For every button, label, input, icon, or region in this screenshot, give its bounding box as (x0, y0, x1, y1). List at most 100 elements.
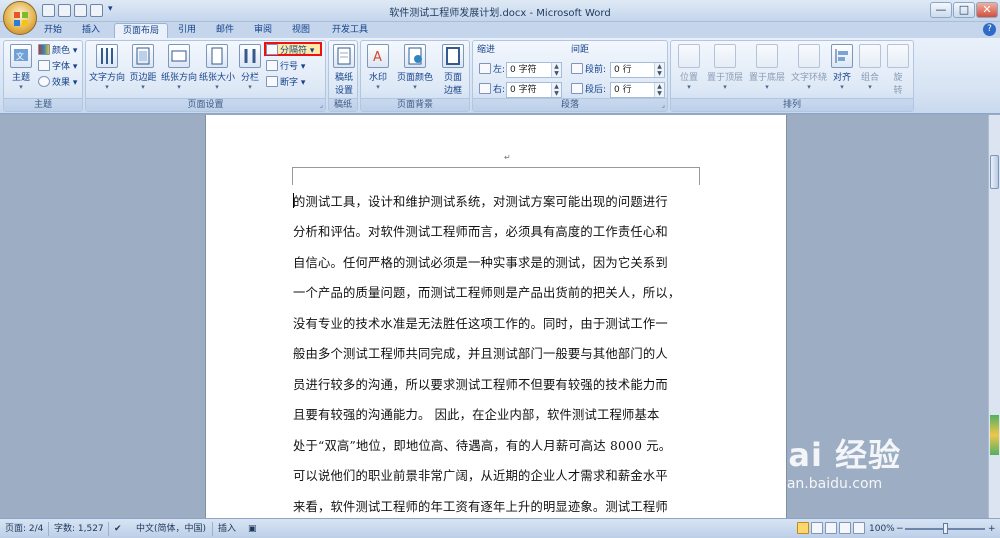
bring-to-front-button[interactable]: 置于顶层 ▾ (705, 44, 745, 91)
size-button[interactable]: 纸张大小 ▾ (199, 44, 235, 91)
manuscript-settings-button[interactable]: 稿纸 设置 (330, 44, 358, 96)
proofing-icon[interactable]: ✔ (114, 522, 128, 536)
theme-effects-button[interactable]: 效果 ▾ (38, 76, 77, 90)
rotate-icon (887, 44, 909, 68)
arrange-group-label: 排列 (671, 98, 913, 111)
scrollbar-marker (990, 415, 999, 455)
doc-line[interactable]: 自信心。任何严格的测试必须是一种实事求是的测试，因为它关系到 (293, 253, 701, 271)
status-bar: 页面: 2/4 字数: 1,527 ✔ 中文(简体，中国) 插入 ▣ 100% … (0, 518, 1000, 538)
minimize-button[interactable]: — (930, 2, 952, 18)
watermark-icon: A (367, 44, 389, 68)
undo-icon[interactable] (58, 4, 71, 17)
doc-line[interactable]: 的测试工具，设计和维护测试系统，对测试方案可能出现的问题进行 (293, 192, 701, 210)
breaks-button[interactable]: 分隔符 ▾ (264, 42, 322, 56)
rotate-button[interactable]: 旋 转 (885, 44, 911, 96)
document-page[interactable]: ↵ 的测试工具，设计和维护测试系统，对测试方案可能出现的问题进行 分析和评估。对… (205, 115, 787, 518)
maximize-button[interactable]: □ (953, 2, 975, 18)
page-break-icon (266, 44, 278, 55)
window-title: 软件测试工程师发展计划.docx - Microsoft Word (389, 8, 611, 19)
help-icon[interactable]: ? (983, 23, 996, 36)
doc-line[interactable]: 来看，软件测试工程师的年工资有逐年上升的明显迹象。测试工程师 (293, 497, 701, 515)
indent-right-input[interactable]: 0 字符 ▲ ▼ (506, 82, 562, 98)
page-color-icon (404, 44, 426, 68)
doc-line[interactable]: 般由多个测试工程师共同完成，并且测试部门一般要与其他部门的人 (293, 344, 701, 362)
page-color-button[interactable]: 页面颜色 ▾ (395, 44, 435, 91)
doc-line[interactable]: 可以说他们的职业前景非常广阔，从近期的企业人才需求和薪金水平 (293, 466, 701, 484)
save-icon[interactable] (42, 4, 55, 17)
web-layout-view-icon[interactable] (825, 522, 837, 534)
tab-view[interactable]: 视图 (286, 23, 316, 38)
spinner-arrows-icon[interactable]: ▲ ▼ (654, 63, 664, 77)
themes-button[interactable]: 文 主题 ▾ (7, 44, 35, 91)
align-button[interactable]: 对齐 ▾ (829, 44, 855, 91)
watermark-button[interactable]: A 水印 ▾ (365, 44, 391, 91)
macro-record-icon[interactable]: ▣ (248, 522, 260, 536)
orientation-button[interactable]: 纸张方向 ▾ (161, 44, 197, 91)
group-objects-button[interactable]: 组合 ▾ (857, 44, 883, 91)
wrap-text-button[interactable]: 文字环绕 ▾ (789, 44, 829, 91)
office-logo-icon (14, 12, 28, 26)
themes-icon: 文 (10, 44, 32, 68)
doc-line[interactable]: 员进行较多的沟通，所以要求测试工程师不但要有较强的技术能力而 (293, 375, 701, 393)
bring-to-front-icon (714, 44, 736, 68)
manuscript-group-label: 稿纸 (329, 98, 357, 111)
redo-icon[interactable] (74, 4, 87, 17)
draft-view-icon[interactable] (853, 522, 865, 534)
tab-home[interactable]: 开始 (38, 23, 68, 38)
vertical-scrollbar[interactable] (988, 115, 1000, 518)
doc-line[interactable]: 处于“双高”地位，即地位高、待遇高，有的人月薪可高达 8000 元。 (293, 436, 701, 454)
print-icon[interactable] (90, 4, 103, 17)
dialog-launcher-icon[interactable]: ⌟ (662, 101, 665, 109)
position-button[interactable]: 位置 ▾ (675, 44, 703, 91)
zoom-out-icon[interactable]: − (896, 522, 904, 536)
text-direction-button[interactable]: 文字方向 ▾ (89, 44, 125, 91)
tab-insert[interactable]: 插入 (76, 23, 106, 38)
theme-fonts-button[interactable]: 字体 ▾ (38, 60, 77, 74)
hyphenation-button[interactable]: 断字 ▾ (266, 76, 305, 90)
tab-review[interactable]: 审阅 (248, 23, 278, 38)
tab-developer[interactable]: 开发工具 (328, 23, 372, 38)
send-to-back-button[interactable]: 置于底层 ▾ (747, 44, 787, 91)
tab-page-layout[interactable]: 页面布局 (114, 23, 168, 38)
margins-button[interactable]: 页边距 ▾ (128, 44, 158, 91)
columns-button[interactable]: 分栏 ▾ (238, 44, 262, 91)
outline-view-icon[interactable] (839, 522, 851, 534)
indent-left-input[interactable]: 0 字符 ▲ ▼ (506, 62, 562, 78)
spinner-arrows-icon[interactable]: ▲ ▼ (551, 83, 561, 97)
doc-line[interactable]: 且要有较强的沟通能力。 因此，在企业内部，软件测试工程师基本 (293, 405, 701, 423)
qat-customize-icon[interactable]: ▾ (108, 4, 113, 14)
columns-icon (239, 44, 261, 68)
dialog-launcher-icon[interactable]: ⌟ (320, 101, 323, 109)
tab-references[interactable]: 引用 (172, 23, 202, 38)
theme-colors-button[interactable]: 颜色 ▾ (38, 44, 77, 58)
position-icon (678, 44, 700, 68)
scrollbar-thumb[interactable] (990, 155, 999, 189)
spacing-after-input[interactable]: 0 行 ▲ ▼ (610, 82, 665, 98)
paragraph-group-label: 段落 (473, 98, 667, 111)
print-layout-view-icon[interactable] (797, 522, 809, 534)
page-borders-button[interactable]: 页面 边框 (439, 44, 467, 96)
effects-icon (38, 76, 50, 87)
tab-mailings[interactable]: 邮件 (210, 23, 240, 38)
zoom-level[interactable]: 100% (869, 522, 895, 536)
doc-line[interactable]: 分析和评估。对软件测试工程师而言，必须具有高度的工作责任心和 (293, 222, 701, 240)
full-screen-view-icon[interactable] (811, 522, 823, 534)
spacing-before-input[interactable]: 0 行 ▲ ▼ (610, 62, 665, 78)
insert-mode-status[interactable]: 插入 (218, 522, 236, 536)
page-count-status[interactable]: 页面: 2/4 (5, 522, 43, 536)
line-numbers-button[interactable]: 行号 ▾ (266, 60, 305, 74)
indent-left-label: 左: (479, 63, 505, 77)
word-count-status[interactable]: 字数: 1,527 (54, 522, 104, 536)
doc-line[interactable]: 没有专业的技术水准是无法胜任这项工作的。同时，由于测试工作一 (293, 314, 701, 332)
office-button[interactable] (3, 1, 37, 35)
page-setup-group-label: 页面设置 (86, 98, 325, 111)
zoom-slider-handle[interactable] (943, 523, 948, 534)
language-status[interactable]: 中文(简体，中国) (136, 522, 206, 536)
spinner-arrows-icon[interactable]: ▲ ▼ (654, 83, 664, 97)
close-button[interactable]: ✕ (976, 2, 998, 18)
doc-line[interactable]: 一个产品的质量问题，而测试工程师则是产品出货前的把关人，所以， (293, 283, 701, 301)
spinner-arrows-icon[interactable]: ▲ ▼ (551, 63, 561, 77)
zoom-in-icon[interactable]: + (988, 522, 996, 536)
hyphenation-icon (266, 76, 278, 87)
indent-right-label: 右: (479, 83, 505, 97)
